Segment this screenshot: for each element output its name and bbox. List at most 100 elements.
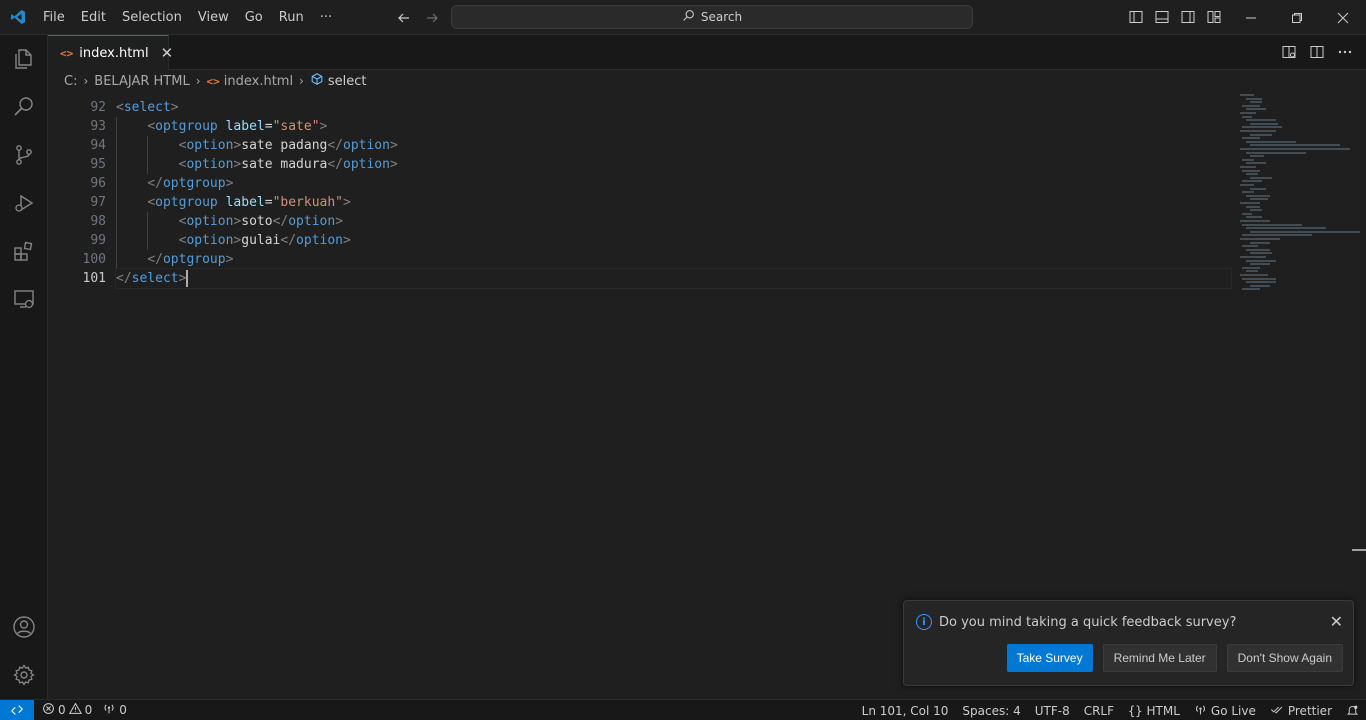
minimap-line (1242, 180, 1262, 183)
minimize-icon[interactable] (1228, 0, 1274, 35)
menu-view[interactable]: View (190, 0, 237, 35)
indentation[interactable]: Spaces: 4 (955, 704, 1027, 718)
minimap-line (1246, 281, 1276, 284)
remote-explorer-icon[interactable] (0, 275, 48, 323)
source-control-icon[interactable] (0, 131, 48, 179)
language-mode[interactable]: {} HTML (1121, 704, 1187, 718)
minimap-line (1242, 234, 1312, 237)
menu-go[interactable]: Go (237, 0, 271, 35)
go-live-button[interactable]: Go Live (1187, 703, 1263, 719)
code-line[interactable]: <option>soto</option> (116, 212, 1231, 231)
back-arrow-icon[interactable] (394, 8, 414, 28)
breadcrumb-drive[interactable]: C: (64, 74, 77, 89)
chevron-right-icon: › (299, 74, 304, 88)
minimap-line (1246, 216, 1262, 219)
minimap-line (1242, 277, 1276, 280)
chevron-right-icon: › (195, 74, 201, 88)
end-of-line[interactable]: CRLF (1077, 704, 1121, 718)
code-line[interactable]: <optgroup label="sate"> (116, 117, 1231, 136)
code-line[interactable]: <optgroup label="berkuah"> (116, 193, 1231, 212)
tab-index-html[interactable]: <> index.html ✕ (48, 35, 173, 70)
open-preview-icon[interactable] (1280, 43, 1298, 61)
prettier-status[interactable]: Prettier (1263, 703, 1339, 719)
toggle-panel-icon[interactable] (1152, 7, 1172, 27)
code-line[interactable]: <option>gulai</option> (116, 231, 1231, 250)
code-line[interactable]: <option>sate madura</option> (116, 155, 1231, 174)
text-cursor (186, 270, 189, 287)
info-icon: i (916, 614, 932, 630)
minimap-line (1240, 256, 1266, 258)
remind-later-button[interactable]: Remind Me Later (1102, 644, 1217, 672)
minimap-line (1242, 245, 1258, 248)
broadcast-icon (1194, 703, 1207, 719)
menu-file[interactable]: File (35, 0, 73, 35)
restore-icon[interactable] (1274, 0, 1320, 35)
breadcrumb-folder[interactable]: BELAJAR HTML (94, 74, 189, 89)
error-icon (42, 702, 55, 718)
activity-bar (0, 35, 48, 699)
encoding[interactable]: UTF-8 (1028, 704, 1077, 718)
run-debug-icon[interactable] (0, 179, 48, 227)
minimap-line (1242, 104, 1260, 107)
code-line[interactable]: </select> (115, 268, 1232, 289)
minimap-line (1240, 166, 1256, 168)
minimap-line (1242, 191, 1254, 194)
breadcrumb-symbol[interactable]: select (328, 74, 367, 89)
html-file-icon: <> (60, 46, 74, 60)
editor-tab-bar: <> index.html ✕ (48, 35, 1366, 70)
line-number: 94 (90, 138, 106, 153)
minimap-line (1246, 108, 1266, 111)
minimap-line (1250, 252, 1272, 255)
search-view-icon[interactable] (0, 83, 48, 131)
warning-count: 0 (84, 703, 93, 717)
more-actions-icon[interactable] (1336, 43, 1354, 61)
code-line[interactable]: <select> (116, 98, 1231, 117)
menu-edit[interactable]: Edit (73, 0, 114, 35)
minimap-line (1250, 133, 1272, 136)
code-line[interactable]: <option>sate padang</option> (116, 136, 1231, 155)
take-survey-button[interactable]: Take Survey (1006, 644, 1093, 672)
menu-more[interactable]: ··· (312, 0, 340, 35)
status-bar: 0 0 0 Ln 101, Col 10 Spaces: 4 UTF-8 CRL… (0, 699, 1366, 720)
minimap-line (1240, 94, 1254, 96)
menu-run[interactable]: Run (271, 0, 312, 35)
code-lines[interactable]: <select> <optgroup label="sate"> <option… (115, 92, 1232, 289)
menu-selection[interactable]: Selection (114, 0, 190, 35)
breadcrumb-file[interactable]: index.html (224, 74, 293, 89)
minimap[interactable] (1238, 92, 1360, 302)
remote-indicator-icon[interactable] (0, 699, 34, 720)
minimap-line (1242, 288, 1260, 291)
minimap-line (1250, 209, 1262, 212)
close-tab-icon[interactable]: ✕ (161, 44, 174, 62)
minimap-line (1250, 122, 1278, 125)
split-editor-icon[interactable] (1308, 43, 1326, 61)
close-window-icon[interactable] (1320, 0, 1366, 35)
minimap-line (1250, 187, 1266, 190)
vscode-logo-icon (0, 0, 35, 35)
extensions-icon[interactable] (0, 227, 48, 275)
minimap-line (1250, 155, 1264, 158)
line-number: 95 (90, 157, 106, 172)
code-editor[interactable]: 92 93 94 95 96 97 98 99 100 101 <select>… (48, 92, 1366, 599)
title-bar: File Edit Selection View Go Run ··· Sear… (0, 0, 1366, 35)
toggle-primary-sidebar-icon[interactable] (1126, 7, 1146, 27)
ports-indicator[interactable]: 0 (102, 702, 127, 718)
cursor-position[interactable]: Ln 101, Col 10 (855, 704, 956, 718)
notifications-bell-icon[interactable] (1339, 704, 1366, 717)
minimap-line (1250, 230, 1360, 233)
problems-indicator[interactable]: 0 0 (42, 702, 92, 718)
dont-show-again-button[interactable]: Don't Show Again (1226, 644, 1343, 672)
close-notification-icon[interactable]: ✕ (1330, 612, 1343, 631)
forward-arrow-icon[interactable] (422, 8, 442, 28)
explorer-icon[interactable] (0, 35, 48, 83)
code-line[interactable]: </optgroup> (116, 174, 1231, 193)
command-center-search[interactable]: Search (451, 5, 973, 29)
customize-layout-icon[interactable] (1204, 7, 1224, 27)
toggle-secondary-sidebar-icon[interactable] (1178, 7, 1198, 27)
accounts-icon[interactable] (0, 603, 48, 651)
minimap-line (1242, 169, 1260, 172)
minimap-line (1250, 101, 1262, 104)
settings-gear-icon[interactable] (0, 651, 48, 699)
code-line[interactable]: </optgroup> (116, 250, 1231, 269)
window-controls (1228, 0, 1366, 35)
